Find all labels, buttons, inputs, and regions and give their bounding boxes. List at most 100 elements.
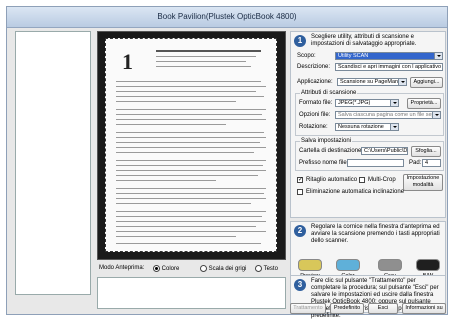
trattamento-button[interactable]: Trattamento — [290, 303, 326, 314]
prefisso-field[interactable] — [347, 159, 404, 167]
page-text-line — [116, 137, 266, 138]
radio-icon[interactable] — [200, 265, 207, 272]
preview-mode-color[interactable]: Colore — [153, 265, 179, 272]
eliminazione-checkbox[interactable] — [297, 189, 303, 195]
radio-icon[interactable] — [255, 265, 262, 272]
applicazione-label: Applicazione: — [297, 79, 333, 85]
preview-mode-bar: Modo Anteprima: Colore Scala dei grigi T… — [97, 264, 284, 276]
informazioni-button[interactable]: Informazioni su — [402, 303, 446, 314]
sfoglia-button[interactable]: Sfoglia... — [411, 146, 441, 157]
formato-select[interactable]: JPEG(*.JPG) — [335, 99, 399, 107]
page-text-line — [116, 211, 266, 212]
page-text-line — [116, 165, 263, 166]
page-heading-text — [156, 56, 256, 57]
step2-section: 2 Regolare la cornice nella finestra d'a… — [290, 221, 446, 281]
multicrop-label: Multi-Crop — [368, 177, 396, 183]
settings-panel: 1 Scegliere utility, attributi di scansi… — [290, 31, 446, 319]
action-buttons: Trattamento Predefinito Esci Informazion… — [290, 303, 446, 314]
descrizione-field: Scandisci e apri immagini con l applicat… — [335, 63, 443, 71]
preview-area[interactable]: 1 — [97, 31, 286, 260]
page-text-line — [116, 124, 226, 125]
pad-value: 4 — [425, 160, 429, 166]
step2-instructions: Regolare la cornice nella finestra d'ant… — [311, 224, 440, 244]
rotazione-value: Nessuna rotazione — [338, 124, 384, 130]
rotazione-label: Rotazione: — [299, 124, 328, 130]
applicazione-value: Scansione su PageManag — [340, 79, 405, 85]
proprieta-button[interactable]: Proprietà... — [407, 98, 441, 109]
step1-section: 1 Scegliere utility, attributi di scansi… — [290, 31, 446, 218]
opzioni-select[interactable]: Salva ciascuna pagina come un file separ — [335, 111, 441, 119]
title-bar: Book Pavilion(Plustek OpticBook 4800) — [7, 7, 447, 28]
aggiungi-button[interactable]: Aggiungi... — [410, 77, 443, 88]
preview-mode-grayscale[interactable]: Scala dei grigi — [200, 265, 246, 272]
page-text-line — [116, 160, 266, 161]
main-window: Book Pavilion(Plustek OpticBook 4800) 1 — [6, 6, 448, 319]
scopo-select[interactable]: Utility SCAN — [335, 52, 443, 60]
page-text-line — [116, 91, 256, 92]
page-text-line — [116, 203, 251, 204]
radio-icon[interactable] — [153, 265, 160, 272]
ritaglio-label: Ritaglio automatico — [306, 177, 358, 183]
page-heading-text — [156, 66, 251, 67]
page-text-line — [116, 132, 264, 133]
rotazione-select[interactable]: Nessuna rotazione — [335, 123, 399, 131]
page-text-line — [116, 170, 266, 171]
ritaglio-checkbox[interactable] — [297, 176, 303, 183]
salva-group-label: Salva impostazioni — [300, 138, 353, 144]
chevron-down-icon[interactable] — [390, 124, 398, 130]
preview-mode-text[interactable]: Testo — [255, 265, 278, 272]
chevron-down-icon[interactable] — [432, 112, 440, 118]
step2-number-icon: 2 — [294, 225, 306, 237]
scopo-value: Utility SCAN — [338, 53, 369, 59]
predefinito-button[interactable]: Predefinito — [330, 303, 364, 314]
page-text-line — [116, 198, 266, 199]
page-text-line — [116, 188, 266, 189]
page-text-line — [116, 175, 258, 176]
page-text-line — [116, 114, 262, 115]
impostazione-modalita-button[interactable]: Impostazione modalità — [403, 174, 443, 191]
descrizione-label: Descrizione: — [297, 64, 331, 70]
chevron-down-icon[interactable] — [390, 100, 398, 106]
page-text-line — [116, 221, 266, 222]
page-heading-text — [156, 50, 261, 52]
pad-stepper[interactable]: 4 — [422, 159, 441, 167]
page-text-line — [116, 109, 266, 110]
page-text-line — [116, 231, 266, 232]
esci-button[interactable]: Esci — [368, 303, 398, 314]
attributi-group-label: Attributi di scansione — [300, 90, 358, 96]
step3-number-icon: 3 — [294, 279, 306, 291]
scopo-label: Scopo: — [297, 53, 316, 59]
page-text-line — [116, 147, 266, 148]
page-text-line — [116, 96, 264, 97]
page-text-line — [116, 243, 261, 244]
cartella-label: Cartella di destinazione: — [299, 148, 364, 154]
cartella-field[interactable]: C:\Users\Public\Docum — [361, 147, 408, 155]
scanner-gray-icon — [378, 259, 402, 271]
page-text-line — [116, 119, 266, 120]
page-heading-text — [156, 61, 246, 62]
thumbnail-panel[interactable] — [15, 31, 91, 295]
multicrop-checkbox[interactable] — [359, 177, 365, 183]
page-text-line — [116, 152, 254, 153]
opzioni-value: Salva ciascuna pagina come un file separ — [338, 112, 440, 118]
chevron-down-icon[interactable] — [434, 53, 442, 59]
chevron-down-icon[interactable] — [398, 79, 406, 85]
scanner-preview-icon — [298, 259, 322, 271]
prefisso-label: Prefisso nome file: — [299, 160, 349, 166]
status-area — [97, 277, 286, 309]
scanner-bw-icon — [416, 259, 440, 271]
page-text-line — [116, 101, 236, 102]
opzioni-label: Opzioni file: — [299, 112, 331, 118]
step1-instructions: Scegliere utility, attributi di scansion… — [311, 34, 417, 47]
page-text-line — [116, 193, 264, 194]
page-text-line — [116, 216, 262, 217]
preview-mode-label: Modo Anteprima: — [99, 265, 145, 271]
scanner-color-icon — [336, 259, 360, 271]
page-text-line — [116, 86, 266, 87]
applicazione-select[interactable]: Scansione su PageManag — [337, 78, 407, 86]
scanned-page-preview: 1 — [105, 38, 277, 252]
window-title: Book Pavilion(Plustek OpticBook 4800) — [157, 12, 297, 21]
formato-label: Formato file: — [299, 100, 333, 106]
preview-mode-text-label: Testo — [263, 266, 278, 273]
eliminazione-label: Eliminazione automatica inclinazione — [306, 189, 405, 195]
